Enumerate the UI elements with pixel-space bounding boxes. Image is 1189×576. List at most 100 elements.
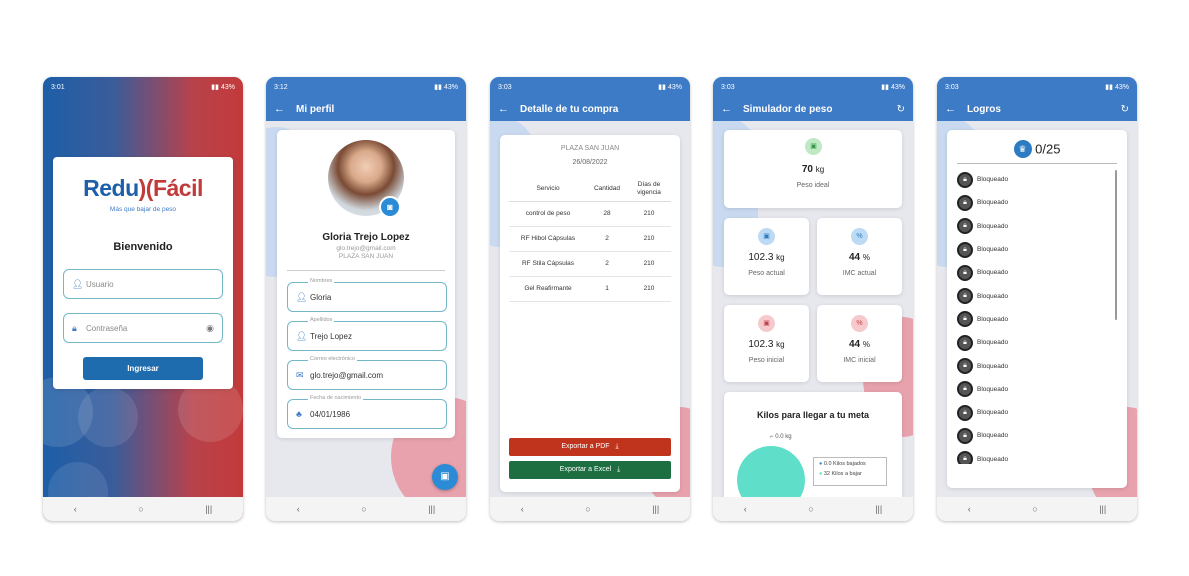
lock-icon: 🔒︎ bbox=[957, 218, 973, 235]
achievement-item[interactable]: 🔒︎ Bloqueado bbox=[957, 354, 1107, 377]
scale-icon: ▣ bbox=[758, 228, 775, 245]
back-arrow-icon[interactable]: ← bbox=[498, 103, 520, 115]
camera-button[interactable]: ◙ bbox=[379, 196, 401, 218]
field-label: Apellidos bbox=[308, 317, 335, 323]
battery-level: 43% bbox=[1114, 83, 1129, 91]
column-header: Servicio bbox=[536, 185, 560, 193]
home-nav-icon[interactable]: ○ bbox=[1032, 504, 1037, 514]
column-header: Días de vigencia bbox=[637, 180, 661, 196]
imc-current-value: 44 % bbox=[848, 252, 871, 263]
eye-icon[interactable]: ◉ bbox=[206, 323, 214, 334]
refresh-icon[interactable]: ↻ bbox=[1121, 104, 1129, 115]
signal-icon: ▮▮ bbox=[211, 84, 219, 91]
ideal-weight-label: Peso ideal bbox=[796, 182, 830, 189]
imc-current-card: % 44 % IMC actual bbox=[817, 218, 902, 295]
android-nav-bar: ‹ ○ ||| bbox=[937, 497, 1137, 521]
purchase-table: Servicio Cantidad Días de vigencia contr… bbox=[509, 177, 671, 302]
purchase-screen: 3:03 ▮▮ 43% ← Detalle de tu compra PLAZA … bbox=[490, 77, 690, 521]
signal-icon: ▮▮ bbox=[434, 84, 442, 91]
back-arrow-icon[interactable]: ← bbox=[274, 103, 296, 115]
home-nav-icon[interactable]: ○ bbox=[138, 504, 143, 514]
export-excel-button[interactable]: Exportar a Excel ⤓ bbox=[509, 461, 671, 479]
achievement-label: Bloqueado bbox=[977, 246, 1009, 254]
achievement-item[interactable]: 🔒︎ Bloqueado bbox=[957, 401, 1107, 424]
username-input[interactable]: 👤︎ Usuario bbox=[63, 269, 223, 299]
table-header: Servicio Cantidad Días de vigencia bbox=[509, 177, 671, 201]
recents-nav-icon[interactable]: ||| bbox=[652, 504, 659, 514]
ideal-weight-card: ▣ 70 kg Peso ideal bbox=[724, 130, 902, 208]
achievement-item[interactable]: 🔒︎ Bloqueado bbox=[957, 424, 1107, 447]
recents-nav-icon[interactable]: ||| bbox=[875, 504, 882, 514]
achievement-item[interactable]: 🔒︎ Bloqueado bbox=[957, 215, 1107, 238]
first-name-field[interactable]: Nombres 👤︎ Gloria bbox=[287, 278, 447, 312]
current-weight-card: ▣ 102.3 kg Peso actual bbox=[724, 218, 809, 295]
achievements-count: 0/25 bbox=[1035, 141, 1061, 157]
goal-legend: ● 0.0 Kilos bajados ● 32 Kilos a bajar bbox=[813, 457, 887, 486]
percent-icon: % bbox=[851, 228, 868, 245]
profile-name: Gloria Trejo Lopez bbox=[322, 232, 410, 243]
back-arrow-icon[interactable]: ← bbox=[945, 103, 967, 115]
username-placeholder: Usuario bbox=[86, 279, 114, 289]
achievement-item[interactable]: 🔒︎ Bloqueado bbox=[957, 238, 1107, 261]
save-fab[interactable]: ▣ bbox=[432, 464, 458, 490]
legend-item: ● 0.0 Kilos bajados bbox=[819, 461, 866, 467]
achievements-header: ♛ 0/25 bbox=[947, 140, 1127, 158]
achievement-label: Bloqueado bbox=[977, 432, 1009, 440]
achievement-label: Bloqueado bbox=[977, 176, 1009, 184]
achievement-item[interactable]: 🔒︎ Bloqueado bbox=[957, 448, 1107, 464]
person-icon: 👤︎ bbox=[296, 330, 308, 341]
login-button[interactable]: Ingresar bbox=[83, 357, 203, 380]
email-field[interactable]: Correo electrónico ✉ glo.trejo@gmail.com bbox=[287, 356, 447, 390]
status-time: 3:03 bbox=[945, 83, 959, 91]
refresh-icon[interactable]: ↻ bbox=[897, 104, 905, 115]
person-icon: 👤︎ bbox=[296, 291, 308, 302]
cell-service: RF Stila Cápsulas bbox=[521, 260, 575, 267]
profile-screen: 3:12 ▮▮ 43% ← Mi perfil ◙ Gloria Trejo Lo… bbox=[266, 77, 466, 521]
home-nav-icon[interactable]: ○ bbox=[585, 504, 590, 514]
back-nav-icon[interactable]: ‹ bbox=[968, 504, 971, 514]
achievement-item[interactable]: 🔒︎ Bloqueado bbox=[957, 331, 1107, 354]
last-name-field[interactable]: Apellidos 👤︎ Trejo Lopez bbox=[287, 317, 447, 351]
cell-quantity: 2 bbox=[605, 260, 609, 267]
imc-initial-label: IMC inicial bbox=[843, 357, 876, 364]
profile-email: glo.trejo@gmail.com bbox=[336, 245, 396, 252]
status-time: 3:01 bbox=[51, 83, 65, 91]
achievement-item[interactable]: 🔒︎ Bloqueado bbox=[957, 284, 1107, 307]
password-placeholder: Contraseña bbox=[86, 323, 128, 333]
achievement-item[interactable]: 🔒︎ Bloqueado bbox=[957, 168, 1107, 191]
purchase-date: 26/08/2022 bbox=[572, 159, 608, 166]
lock-icon: 🔒︎ bbox=[957, 404, 973, 421]
back-nav-icon[interactable]: ‹ bbox=[297, 504, 300, 514]
recents-nav-icon[interactable]: ||| bbox=[428, 504, 435, 514]
achievement-item[interactable]: 🔒︎ Bloqueado bbox=[957, 378, 1107, 401]
birthdate-field[interactable]: Fecha de nacimiento ♣ 04/01/1986 bbox=[287, 395, 447, 429]
legend-dot-teal: ● bbox=[819, 471, 823, 477]
achievement-item[interactable]: 🔒︎ Bloqueado bbox=[957, 261, 1107, 284]
status-bar: 3:12 ▮▮ 43% bbox=[266, 77, 466, 97]
password-input[interactable]: 🔒︎ Contraseña ◉ bbox=[63, 313, 223, 343]
imc-initial-card: % 44 % IMC inicial bbox=[817, 305, 902, 382]
divider bbox=[957, 163, 1117, 164]
home-nav-icon[interactable]: ○ bbox=[361, 504, 366, 514]
back-nav-icon[interactable]: ‹ bbox=[744, 504, 747, 514]
recents-nav-icon[interactable]: ||| bbox=[205, 504, 212, 514]
export-pdf-button[interactable]: Exportar a PDF ⤓ bbox=[509, 438, 671, 456]
field-label: Nombres bbox=[308, 278, 335, 284]
android-nav-bar: ‹ ○ ||| bbox=[266, 497, 466, 521]
status-time: 3:12 bbox=[274, 83, 288, 91]
recents-nav-icon[interactable]: ||| bbox=[1099, 504, 1106, 514]
achievement-item[interactable]: 🔒︎ Bloqueado bbox=[957, 308, 1107, 331]
back-nav-icon[interactable]: ‹ bbox=[521, 504, 524, 514]
lock-icon: 🔒︎ bbox=[957, 288, 973, 305]
home-nav-icon[interactable]: ○ bbox=[808, 504, 813, 514]
scrollbar[interactable] bbox=[1115, 170, 1117, 320]
initial-weight-value: 102.3 kg bbox=[748, 339, 785, 350]
lock-icon: 🔒︎ bbox=[957, 334, 973, 351]
back-nav-icon[interactable]: ‹ bbox=[74, 504, 77, 514]
back-arrow-icon[interactable]: ← bbox=[721, 103, 743, 115]
achievement-item[interactable]: 🔒︎ Bloqueado bbox=[957, 191, 1107, 214]
table-row: Gel Reafirmante 1 210 bbox=[509, 276, 671, 301]
cake-icon: ♣ bbox=[296, 409, 302, 419]
battery-level: 43% bbox=[890, 83, 905, 91]
achievements-list: 🔒︎ Bloqueado 🔒︎ Bloqueado 🔒︎ Bloqueado 🔒︎ Bloqu… bbox=[957, 168, 1107, 464]
